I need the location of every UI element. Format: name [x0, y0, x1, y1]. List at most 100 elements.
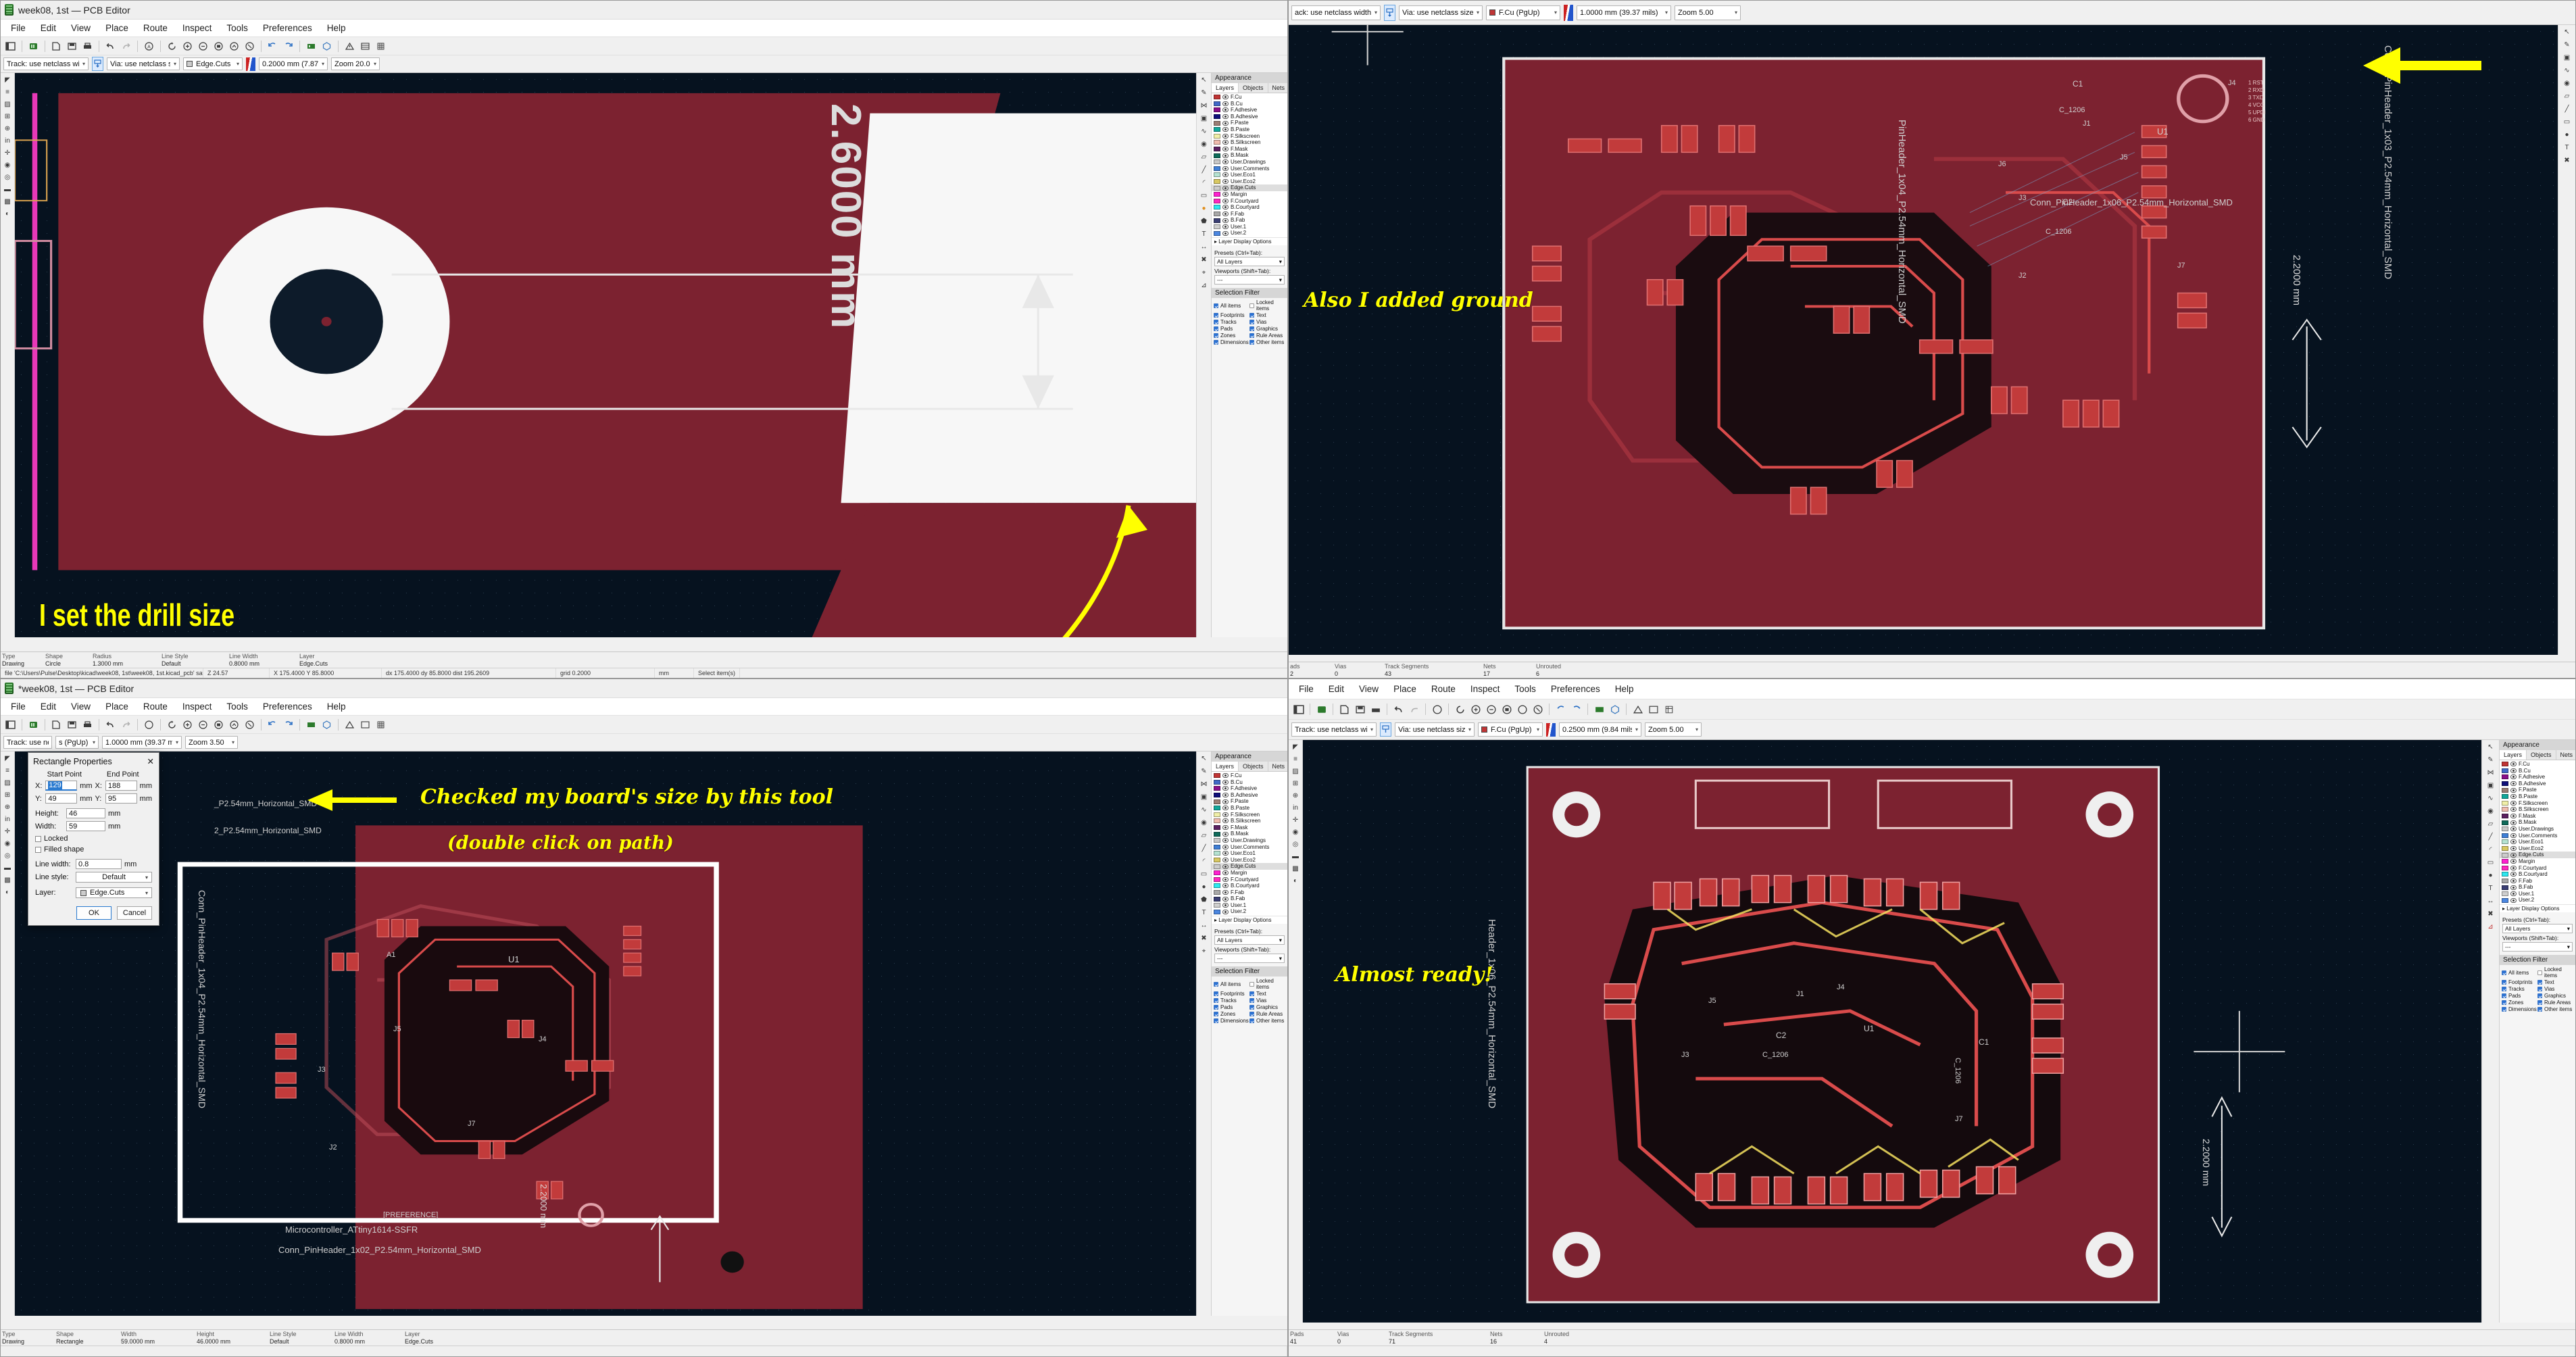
right-toolbar-2[interactable]: ↖ ✎ ▣ ∿ ◉ ▱ ╱ ▭ ● T ✖: [2558, 25, 2575, 655]
menu-view[interactable]: View: [64, 699, 98, 714]
layer-list-1[interactable]: F.Cu B.Cu F.Adhesive B.Adhesive F.Paste B.Pas…: [1212, 93, 1287, 238]
visibility-eye-icon[interactable]: [1222, 864, 1229, 869]
full-crosshair-icon[interactable]: ✛: [2, 148, 14, 158]
visibility-eye-icon[interactable]: [2510, 833, 2517, 838]
flip-board-icon[interactable]: [266, 718, 280, 732]
filled-shape-checkbox[interactable]: [35, 846, 41, 853]
filter-pads[interactable]: Pads: [1214, 1004, 1249, 1010]
presets-select[interactable]: All Layers ▾: [2502, 924, 2573, 934]
footprint-editor-icon[interactable]: [1592, 702, 1606, 716]
zoom-level-select[interactable]: Zoom 20.00 ▾: [331, 57, 380, 70]
visibility-eye-icon[interactable]: [1222, 107, 1229, 113]
filter-text[interactable]: Text: [1249, 991, 1285, 997]
add-zone-icon[interactable]: ▱: [1198, 831, 1210, 841]
checkbox[interactable]: [1214, 320, 1218, 325]
visibility-eye-icon[interactable]: [2510, 826, 2517, 832]
rectangle-properties-dialog[interactable]: Rectangle Properties ✕ Start Point End P…: [28, 752, 159, 926]
ok-button[interactable]: OK: [76, 906, 112, 920]
layer-row-user-1[interactable]: User.1: [2500, 891, 2575, 897]
find-icon[interactable]: A: [142, 39, 156, 53]
layer-row-user-2[interactable]: User.2: [2500, 897, 2575, 904]
zone-display-icon[interactable]: ▩: [1290, 864, 1302, 874]
zoom-area-icon[interactable]: [243, 718, 257, 732]
pad-display-icon[interactable]: ◉: [2, 160, 14, 170]
filter-footprints[interactable]: Footprints: [1214, 312, 1249, 318]
place-footprint-icon[interactable]: ▣: [1198, 792, 1210, 802]
footprint-editor-icon[interactable]: [304, 718, 318, 732]
layer-row-b-adhesive[interactable]: B.Adhesive: [1212, 792, 1287, 799]
menu-preferences[interactable]: Preferences: [255, 21, 320, 35]
add-circle-icon[interactable]: ●: [1198, 203, 1210, 214]
checkbox[interactable]: [1249, 320, 1254, 325]
layer-row-b-mask[interactable]: B.Mask: [1212, 152, 1287, 159]
settings-toolbar-1[interactable]: Track: use netclass width▾ Via: use netc…: [1, 55, 1287, 73]
track-via-size-button[interactable]: [1384, 4, 1395, 21]
filter-rule-areas[interactable]: Rule Areas: [2537, 1000, 2573, 1006]
layer-row-f-mask[interactable]: F.Mask: [2500, 813, 2575, 820]
checkbox[interactable]: [2502, 970, 2506, 975]
visibility-eye-icon[interactable]: [2510, 897, 2517, 903]
contrast-mode-icon[interactable]: ◐: [1290, 876, 1302, 886]
filter-rule-areas[interactable]: Rule Areas: [1249, 1011, 1285, 1017]
checkbox[interactable]: [2502, 980, 2506, 985]
visibility-eye-icon[interactable]: [1222, 799, 1229, 804]
filter-locked-items[interactable]: Locked items: [1249, 299, 1285, 312]
visibility-eye-icon[interactable]: [1222, 205, 1229, 210]
layer-row-user-drawings[interactable]: User.Drawings: [1212, 159, 1287, 166]
select-tool-icon[interactable]: ↖: [1198, 75, 1210, 85]
zoom-level-select[interactable]: Zoom 5.00 ▾: [1675, 5, 1741, 20]
selection-filter-list-3[interactable]: All items Locked items Footprints Text Track…: [1212, 977, 1287, 1026]
menu-place[interactable]: Place: [98, 699, 136, 714]
layer-row-user-comments[interactable]: User.Comments: [1212, 844, 1287, 851]
place-via-icon[interactable]: ◉: [2561, 78, 2573, 89]
visibility-eye-icon[interactable]: [1222, 812, 1229, 817]
full-crosshair-icon[interactable]: ✛: [2, 826, 14, 837]
drc-icon[interactable]: [1631, 702, 1645, 716]
pad-display-icon[interactable]: ◉: [1290, 827, 1302, 837]
layer-select[interactable]: Edge.Cuts ▾: [76, 887, 152, 898]
layer-row-user-eco1[interactable]: User.Eco1: [1212, 172, 1287, 178]
menu-help[interactable]: Help: [320, 21, 353, 35]
visibility-eye-icon[interactable]: [2510, 762, 2517, 767]
flip-board-icon[interactable]: [266, 39, 280, 53]
highlight-net-icon[interactable]: ✎: [1198, 88, 1210, 98]
layer-row-b-courtyard[interactable]: B.Courtyard: [2500, 871, 2575, 878]
units-icon[interactable]: in: [2, 136, 14, 146]
track-display-icon[interactable]: ▬: [2, 184, 14, 195]
tab-nets[interactable]: Nets: [1268, 83, 1287, 93]
checkbox[interactable]: [1214, 303, 1218, 308]
filled-row[interactable]: Filled shape: [35, 845, 152, 854]
highlight-net-icon[interactable]: ✎: [2485, 755, 2496, 765]
contrast-mode-icon[interactable]: ◐: [2, 209, 14, 219]
filter-pads[interactable]: Pads: [2502, 993, 2537, 999]
layer-row-f-cu[interactable]: F.Cu: [1212, 772, 1287, 779]
delete-icon[interactable]: ✖: [2485, 909, 2496, 919]
grid-size-select[interactable]: 1.0000 mm (39.37 mils)▾: [1577, 5, 1671, 20]
layer-row-f-paste[interactable]: F.Paste: [1212, 798, 1287, 805]
visibility-eye-icon[interactable]: [1222, 153, 1229, 158]
local-ratsnest-icon[interactable]: ⋈: [1198, 779, 1210, 789]
visibility-eye-icon[interactable]: [1222, 211, 1229, 216]
add-zone-icon[interactable]: ▱: [2561, 91, 2573, 101]
grid-toggle-icon[interactable]: ⊞: [2, 112, 14, 122]
filter-vias[interactable]: Vias: [1249, 319, 1285, 325]
add-rectangle-icon[interactable]: ▭: [1198, 191, 1210, 201]
menubar-4[interactable]: File Edit View Place Route Inspect Tools…: [1289, 679, 2575, 699]
refresh-icon[interactable]: [165, 718, 179, 732]
layer-row-b-paste[interactable]: B.Paste: [1212, 126, 1287, 133]
grid-settings-icon[interactable]: [374, 718, 388, 732]
checkbox[interactable]: [1249, 1005, 1254, 1010]
viewports-select[interactable]: --- ▾: [1214, 954, 1285, 964]
refresh-icon[interactable]: [1453, 702, 1467, 716]
track-width-select[interactable]: Track: use netclass width▾: [1291, 722, 1377, 737]
tab-objects[interactable]: Objects: [1239, 762, 1268, 771]
layer-row-b-courtyard[interactable]: B.Courtyard: [1212, 204, 1287, 211]
menu-help[interactable]: Help: [1608, 682, 1641, 696]
menu-route[interactable]: Route: [1424, 682, 1463, 696]
visibility-eye-icon[interactable]: [2510, 846, 2517, 852]
layer-row-f-mask[interactable]: F.Mask: [1212, 146, 1287, 153]
menu-route[interactable]: Route: [136, 21, 175, 35]
checkbox[interactable]: [1249, 340, 1254, 345]
route-track-icon[interactable]: ∿: [1198, 126, 1210, 137]
place-via-icon[interactable]: ◉: [1198, 139, 1210, 149]
